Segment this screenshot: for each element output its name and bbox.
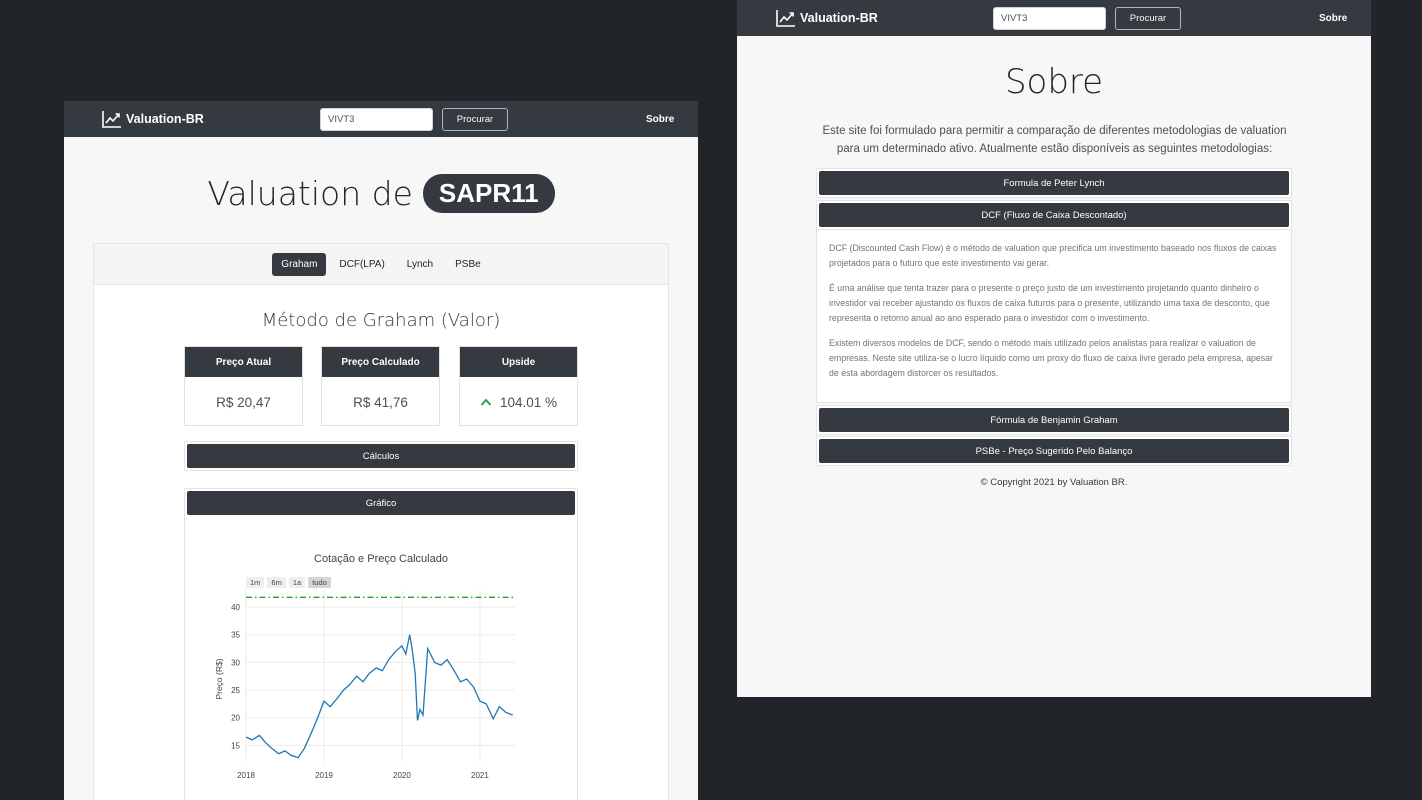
search-button[interactable]: Procurar [442,108,508,131]
x-tick-label: 2019 [315,771,333,780]
chart-toggle-button[interactable]: Gráfico [187,491,575,515]
dcf-paragraph: É uma análise que tenta trazer para o pr… [829,283,1270,323]
dcf-paragraph: DCF (Discounted Cash Flow) é o método de… [829,243,1277,268]
navbar: Valuation-BR Procurar Sobre [64,101,698,137]
about-page-window: Valuation-BR Procurar Sobre Sobre Este s… [737,0,1371,697]
accordion-graham-button[interactable]: Fórmula de Benjamin Graham [819,408,1289,432]
metric-value: R$ 41,76 [353,394,408,410]
brand-logo[interactable]: Valuation-BR [102,101,204,137]
search-button[interactable]: Procurar [1115,7,1181,30]
y-tick-label: 15 [231,741,240,750]
nav-about-link[interactable]: Sobre [1319,0,1347,36]
range-button-6m[interactable]: 6m [267,577,286,588]
ticker-search-input[interactable] [993,7,1106,30]
metric-value-row: 104.01 % [460,377,577,427]
y-tick-label: 35 [231,631,240,640]
footer-copyright: © Copyright 2021 by Valuation BR. [980,477,1128,488]
y-tick-label: 20 [231,714,240,723]
intro-text: Este site foi formulado para permitir a … [822,125,1287,155]
tab-dcf-lpa[interactable]: DCF(LPA) [330,253,393,276]
price-series-line [245,634,513,759]
accordion-lynch-button[interactable]: Formula de Peter Lynch [819,171,1289,195]
brand-name: Valuation-BR [800,11,878,25]
y-axis-label: Preço (R$) [214,658,224,699]
accordion-lynch: Formula de Peter Lynch [816,168,1292,198]
accordion-psbe: PSBe - Preço Sugerido Pelo Balanço [816,436,1292,466]
accordion-dcf-button[interactable]: DCF (Fluxo de Caixa Descontado) [819,203,1289,227]
page-title-prefix: Valuation de [207,174,413,213]
y-tick-label: 25 [231,686,240,695]
metric-calculated-price: Preço Calculado R$ 41,76 [321,346,440,426]
tab-lynch[interactable]: Lynch [398,253,442,276]
brand-logo[interactable]: Valuation-BR [776,0,878,36]
x-tick-label: 2018 [237,771,255,780]
range-selector: 1m 6m 1a tudo [246,577,331,588]
y-tick-label: 40 [231,603,240,612]
accordion-dcf: DCF (Fluxo de Caixa Descontado) [816,200,1292,230]
y-tick-label: 30 [231,658,240,667]
metric-value: R$ 20,47 [216,394,271,410]
method-title: Método de Graham (Valor) [261,310,501,331]
range-button-1m[interactable]: 1m [246,577,265,588]
range-button-1a[interactable]: 1a [288,577,306,588]
x-tick-label: 2020 [393,771,411,780]
accordion-graham: Fórmula de Benjamin Graham [816,405,1292,435]
accordion-dcf-content: DCF (Discounted Cash Flow) é o método de… [816,229,1292,403]
x-tick-label: 2021 [471,771,489,780]
trend-chart-icon [102,111,121,128]
calculations-button[interactable]: Cálculos [187,444,575,468]
price-chart: Cotação e Preço Calculado 1m 6m 1a tudo … [184,518,578,800]
dcf-paragraph: Existem diversos modelos de DCF, sendo o… [829,338,1273,378]
tab-graham[interactable]: Graham [272,252,327,276]
page-title: Sobre [1004,62,1104,102]
metric-upside: Upside 104.01 % [459,346,578,426]
nav-about-link[interactable]: Sobre [646,101,674,137]
valuation-page-window: Valuation-BR Procurar Sobre Valuation de… [64,101,698,800]
chart-title: Cotação e Preço Calculado [314,553,448,565]
ticker-badge: SAPR11 [422,174,555,213]
calculations-panel: Cálculos [184,441,578,471]
page-title: Valuation de SAPR11 [64,174,698,213]
chevron-up-icon [480,398,492,406]
range-button-all[interactable]: tudo [308,577,331,588]
brand-name: Valuation-BR [126,112,204,126]
tab-psbe[interactable]: PSBe [446,253,490,276]
trend-chart-icon [776,10,795,27]
metric-value: 104.01 % [499,394,558,410]
ticker-search-input[interactable] [320,108,433,131]
accordion-psbe-button[interactable]: PSBe - Preço Sugerido Pelo Balanço [819,439,1289,463]
navbar: Valuation-BR Procurar Sobre [737,0,1371,36]
metric-label: Preço Atual [185,347,302,377]
metric-label: Preço Calculado [322,347,439,377]
valuation-card: Graham DCF(LPA) Lynch PSBe Método de Gra… [93,243,669,800]
metric-label: Upside [460,347,577,377]
method-tabs: Graham DCF(LPA) Lynch PSBe [94,244,668,285]
metric-current-price: Preço Atual R$ 20,47 [184,346,303,426]
